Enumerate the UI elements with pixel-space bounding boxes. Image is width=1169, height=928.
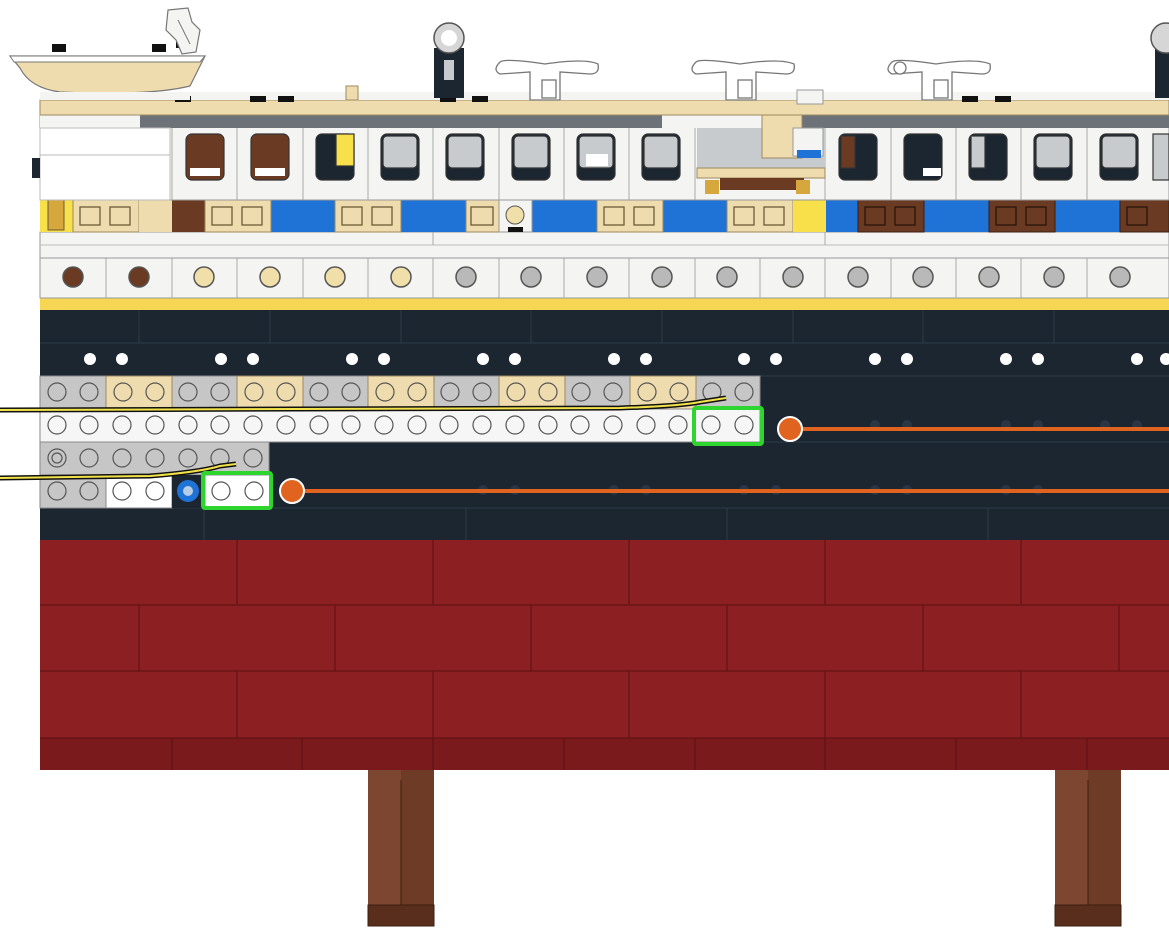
display-stand-left	[367, 768, 435, 927]
orange-marker-dot	[777, 416, 803, 442]
porthole-icon	[128, 266, 150, 288]
porthole-icon	[1109, 266, 1131, 288]
porthole-icon	[651, 266, 673, 288]
crane-icon	[165, 7, 201, 55]
blue-window-band	[40, 195, 1169, 233]
brick-row-4	[39, 474, 272, 509]
superstructure-windows	[32, 111, 1169, 201]
deck-white-strip	[39, 231, 1169, 259]
porthole-icon	[1043, 266, 1065, 288]
porthole-icon	[978, 266, 1000, 288]
porthole-icon	[716, 266, 738, 288]
brick-row-2	[39, 408, 761, 443]
porthole-band	[39, 257, 1169, 299]
lifeboat-icon	[8, 40, 207, 100]
ship-build-step-illustration	[0, 7, 1169, 927]
brick-row-3	[39, 441, 270, 476]
brick-row-1	[39, 375, 761, 410]
figure-icon	[47, 195, 65, 231]
porthole-icon	[782, 266, 804, 288]
porthole-icon	[390, 266, 412, 288]
porthole-icon	[586, 266, 608, 288]
porthole-icon	[259, 266, 281, 288]
porthole-icon	[520, 266, 542, 288]
porthole-icon	[455, 266, 477, 288]
yellow-trim-strip	[40, 298, 1169, 310]
hull-red-section	[40, 540, 1169, 770]
porthole-icon	[62, 266, 84, 288]
lamp-icon	[1150, 22, 1169, 98]
porthole-icon	[847, 266, 869, 288]
lamp-icon	[433, 22, 465, 98]
porthole-icon	[193, 266, 215, 288]
porthole-icon	[912, 266, 934, 288]
porthole-icon	[324, 266, 346, 288]
orange-marker-dot	[279, 478, 305, 504]
display-stand-right	[1054, 768, 1122, 927]
top-deck	[39, 85, 1169, 116]
